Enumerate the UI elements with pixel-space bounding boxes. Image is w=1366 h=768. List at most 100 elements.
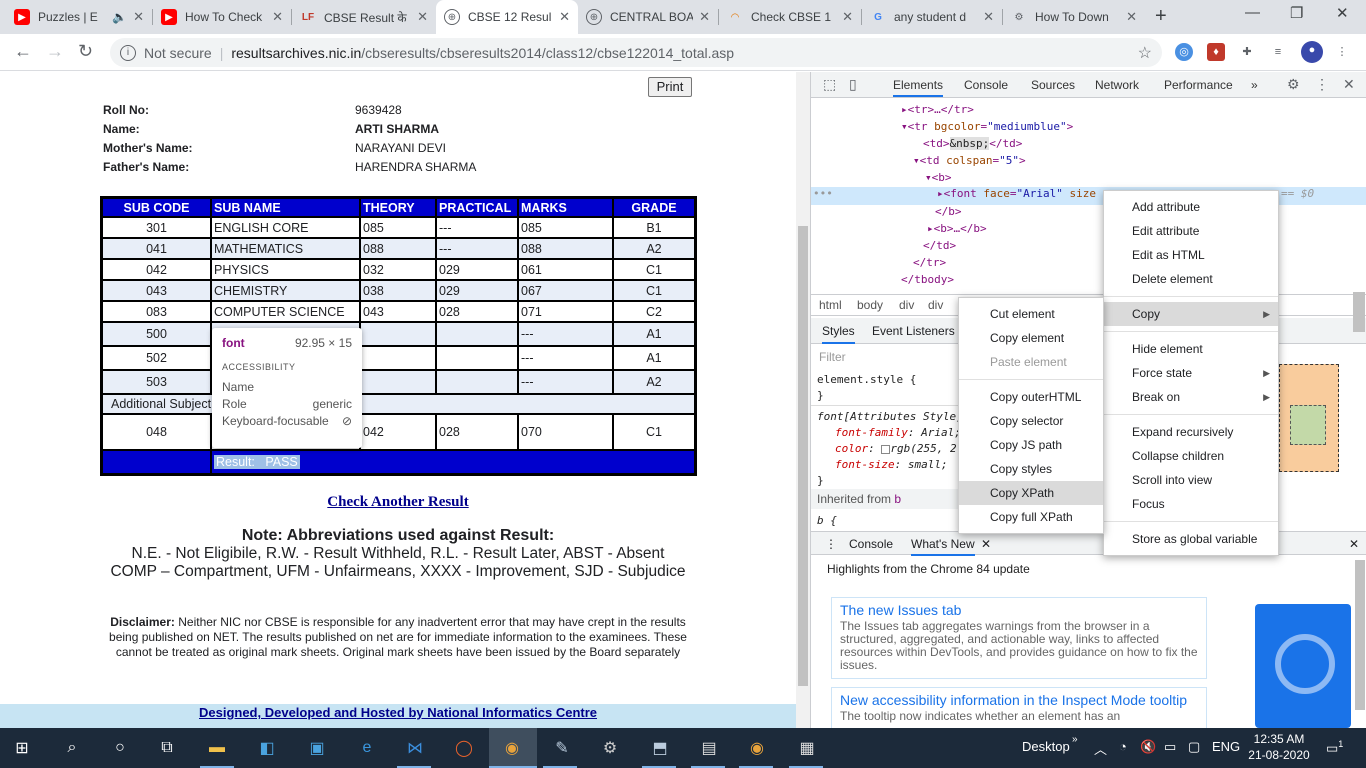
menu-collapse-children[interactable]: Collapse children bbox=[1104, 444, 1278, 468]
browser-tab[interactable]: ⚙ How To Down ✕ bbox=[1003, 0, 1145, 34]
breadcrumb-item[interactable]: div bbox=[928, 298, 943, 312]
speaker-mute-icon[interactable]: 🔇 bbox=[1140, 739, 1156, 755]
app-icon[interactable]: ▦ bbox=[795, 736, 819, 760]
avatar[interactable]: ● bbox=[1301, 41, 1323, 63]
dom-node[interactable]: ▾<tr bgcolor="mediumblue"> bbox=[901, 120, 1073, 133]
dom-node[interactable]: ▸<tr>…</tr> bbox=[901, 103, 974, 116]
tab-elements[interactable]: Elements bbox=[893, 78, 944, 97]
browser-tab[interactable]: LF CBSE Result के ✕ bbox=[292, 0, 436, 34]
close-window-icon[interactable]: ✕ bbox=[1336, 4, 1349, 22]
menu-store-global[interactable]: Store as global variable bbox=[1104, 527, 1278, 551]
wifi-icon[interactable]: ◔ bbox=[1119, 739, 1127, 754]
drawer-scrollbar-thumb[interactable] bbox=[1355, 560, 1365, 710]
media-icon[interactable]: ≡ bbox=[1269, 43, 1287, 61]
menu-copy-full-xpath[interactable]: Copy full XPath bbox=[959, 505, 1103, 529]
app-icon[interactable]: ▣ bbox=[305, 736, 329, 760]
tab-network[interactable]: Network bbox=[1095, 78, 1139, 92]
minimize-icon[interactable]: — bbox=[1245, 4, 1260, 21]
close-tab-icon[interactable]: ✕ bbox=[983, 9, 994, 25]
browser-tab[interactable]: ▶ How To Check ✕ bbox=[153, 0, 291, 34]
puzzle-icon[interactable]: ✚ bbox=[1238, 43, 1256, 61]
language-indicator[interactable]: ENG bbox=[1212, 739, 1240, 754]
menu-copy-element[interactable]: Copy element bbox=[959, 326, 1103, 350]
windows-start-icon[interactable]: ⊞ bbox=[10, 736, 34, 760]
close-drawer-icon[interactable]: ✕ bbox=[1349, 537, 1359, 551]
dom-node-selected[interactable]: ••• ▸<font face="Arial" size == $0 bbox=[811, 187, 1366, 205]
edge-icon[interactable]: e bbox=[355, 736, 379, 760]
app-icon[interactable]: ⬒ bbox=[648, 736, 672, 760]
dom-node[interactable]: </tr> bbox=[913, 256, 946, 269]
menu-expand-recursively[interactable]: Expand recursively bbox=[1104, 420, 1278, 444]
menu-kebab-icon[interactable]: ⋮ bbox=[1333, 43, 1351, 61]
menu-edit-attribute[interactable]: Edit attribute bbox=[1104, 219, 1278, 243]
menu-delete-element[interactable]: Delete element bbox=[1104, 267, 1278, 291]
vscode-icon[interactable]: ⋈ bbox=[403, 736, 427, 760]
close-tab-icon[interactable]: ✕ bbox=[981, 537, 991, 551]
extension-icon[interactable]: ◎ bbox=[1175, 43, 1193, 61]
drawer-tab-whats-new[interactable]: What's New bbox=[911, 537, 975, 556]
dom-node[interactable]: ▸<b>…</b> bbox=[927, 222, 987, 235]
clock[interactable]: 12:35 AM 21-08-2020 bbox=[1245, 731, 1313, 763]
bookmark-star-icon[interactable]: ☆ bbox=[1138, 43, 1152, 63]
info-icon[interactable]: i bbox=[120, 44, 136, 61]
address-bar[interactable]: i Not secure | resultsarchives.nic.in /c… bbox=[110, 38, 1162, 67]
tab-sources[interactable]: Sources bbox=[1031, 78, 1075, 92]
menu-hide-element[interactable]: Hide element bbox=[1104, 337, 1278, 361]
tab-event-listeners[interactable]: Event Listeners bbox=[872, 324, 955, 338]
menu-copy-styles[interactable]: Copy styles bbox=[959, 457, 1103, 481]
new-tab-button[interactable]: + bbox=[1155, 5, 1167, 28]
close-tab-icon[interactable]: ✕ bbox=[272, 9, 283, 25]
notepad-icon[interactable]: ✎ bbox=[550, 736, 574, 760]
dom-node[interactable]: </td> bbox=[923, 239, 956, 252]
dom-node[interactable]: ▾<td colspan="5"> bbox=[913, 154, 1026, 167]
forward-icon[interactable]: → bbox=[46, 41, 64, 62]
menu-focus[interactable]: Focus bbox=[1104, 492, 1278, 516]
check-another-link[interactable]: Check Another Result bbox=[327, 494, 468, 510]
menu-copy-js-path[interactable]: Copy JS path bbox=[959, 433, 1103, 457]
task-view-icon[interactable]: ⧉ bbox=[155, 736, 179, 760]
menu-copy[interactable]: Copy ▶ bbox=[1104, 302, 1278, 326]
chevron-up-icon[interactable]: ︿ bbox=[1094, 739, 1107, 758]
drawer-tab-console[interactable]: Console bbox=[849, 537, 893, 551]
app-icon[interactable]: ▤ bbox=[697, 736, 721, 760]
chevron-icon[interactable]: » bbox=[1072, 734, 1078, 745]
inspect-element-icon[interactable]: ⬚ bbox=[823, 76, 836, 93]
back-icon[interactable]: ← bbox=[14, 41, 32, 62]
speaker-icon[interactable]: 🔈 bbox=[112, 10, 127, 24]
menu-scroll-into-view[interactable]: Scroll into view bbox=[1104, 468, 1278, 492]
breadcrumb-item[interactable]: div bbox=[899, 298, 914, 312]
close-tab-icon[interactable]: ✕ bbox=[417, 9, 428, 25]
styles-filter-input[interactable]: Filter bbox=[819, 350, 846, 364]
breadcrumb-item[interactable]: html bbox=[819, 298, 842, 312]
close-tab-icon[interactable]: ✕ bbox=[1126, 9, 1137, 25]
print-button[interactable]: Print bbox=[648, 77, 692, 97]
close-tab-icon[interactable]: ✕ bbox=[133, 9, 144, 25]
menu-kebab-icon[interactable]: ⋮ bbox=[1315, 76, 1329, 93]
styles-scrollbar-thumb[interactable] bbox=[1353, 292, 1365, 332]
menu-edit-as-html[interactable]: Edit as HTML bbox=[1104, 243, 1278, 267]
file-explorer-icon[interactable]: ▬ bbox=[205, 736, 229, 760]
dom-node[interactable]: ▾<b> bbox=[925, 171, 952, 184]
menu-copy-outerhtml[interactable]: Copy outerHTML bbox=[959, 385, 1103, 409]
menu-copy-xpath[interactable]: Copy XPath bbox=[959, 481, 1103, 505]
menu-cut-element[interactable]: Cut element bbox=[959, 302, 1103, 326]
settings-gear-icon[interactable]: ⚙ bbox=[598, 736, 622, 760]
office-icon[interactable]: ◯ bbox=[452, 736, 476, 760]
search-icon[interactable]: ⌕ bbox=[60, 736, 84, 760]
store-icon[interactable]: ◧ bbox=[255, 736, 279, 760]
display-icon[interactable]: ▢ bbox=[1188, 739, 1200, 755]
dom-node[interactable]: </tbody> bbox=[901, 273, 954, 286]
shield-extension-icon[interactable]: ♦ bbox=[1207, 43, 1225, 61]
page-scrollbar[interactable] bbox=[796, 72, 810, 728]
nic-footer-link[interactable]: Designed, Developed and Hosted by Nation… bbox=[199, 705, 597, 720]
notification-icon[interactable]: ▭1 bbox=[1326, 739, 1343, 756]
whats-new-card[interactable]: The new Issues tab The Issues tab aggreg… bbox=[831, 597, 1207, 679]
security-label[interactable]: Not secure bbox=[144, 45, 212, 61]
drawer-menu-icon[interactable]: ⋮ bbox=[825, 537, 837, 551]
tab-performance[interactable]: Performance bbox=[1164, 78, 1233, 92]
menu-copy-selector[interactable]: Copy selector bbox=[959, 409, 1103, 433]
desktop-toolbar-label[interactable]: Desktop bbox=[1022, 739, 1070, 754]
close-tab-icon[interactable]: ✕ bbox=[842, 9, 853, 25]
battery-icon[interactable]: ▭ bbox=[1164, 739, 1176, 755]
close-tab-icon[interactable]: ✕ bbox=[559, 9, 570, 25]
